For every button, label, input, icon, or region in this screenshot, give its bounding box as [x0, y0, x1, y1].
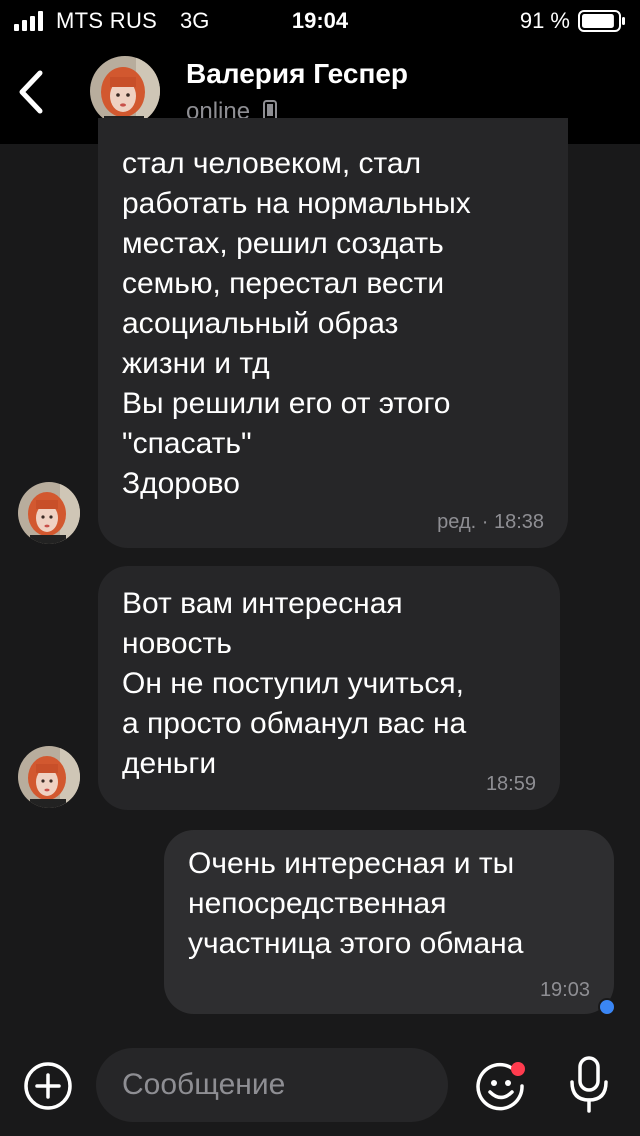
- message-meta: 18:59: [485, 773, 536, 795]
- message-text: Очень интересная и ты непосредственная у…: [188, 847, 524, 960]
- back-button[interactable]: [14, 69, 50, 115]
- smiley-icon[interactable]: [474, 1058, 530, 1114]
- message-bubble-incoming[interactable]: стал человеком, стал работать на нормаль…: [98, 118, 568, 548]
- unread-indicator: [598, 998, 616, 1016]
- microphone-icon[interactable]: [566, 1054, 612, 1116]
- plus-circle-icon[interactable]: [22, 1060, 74, 1112]
- sender-avatar[interactable]: [18, 482, 80, 544]
- message-meta: 19:03: [539, 979, 590, 1001]
- message-bubble-incoming[interactable]: Вот вам интересная новость Он не поступи…: [98, 566, 560, 810]
- sender-avatar[interactable]: [18, 746, 80, 808]
- notification-badge: [511, 1062, 525, 1076]
- message-text: стал человеком, стал работать на нормаль…: [122, 147, 471, 500]
- message-composer: [0, 1040, 640, 1136]
- status-bar: MTS RUS 3G 19:04 91 %: [0, 0, 640, 44]
- battery-icon: [578, 10, 625, 32]
- message-text: Вот вам интересная новость Он не поступи…: [122, 587, 467, 780]
- contact-name: Валерия Геспер: [186, 58, 409, 89]
- chat-screen: MTS RUS 3G 19:04 91 % Валерия Геспер onl…: [0, 0, 640, 1136]
- battery-percent: 91 %: [519, 8, 570, 33]
- message-bubble-outgoing[interactable]: Очень интересная и ты непосредственная у…: [164, 830, 614, 1014]
- contact-avatar[interactable]: [90, 56, 160, 126]
- message-meta: ред. · 18:38: [437, 511, 544, 533]
- message-input[interactable]: [96, 1048, 448, 1122]
